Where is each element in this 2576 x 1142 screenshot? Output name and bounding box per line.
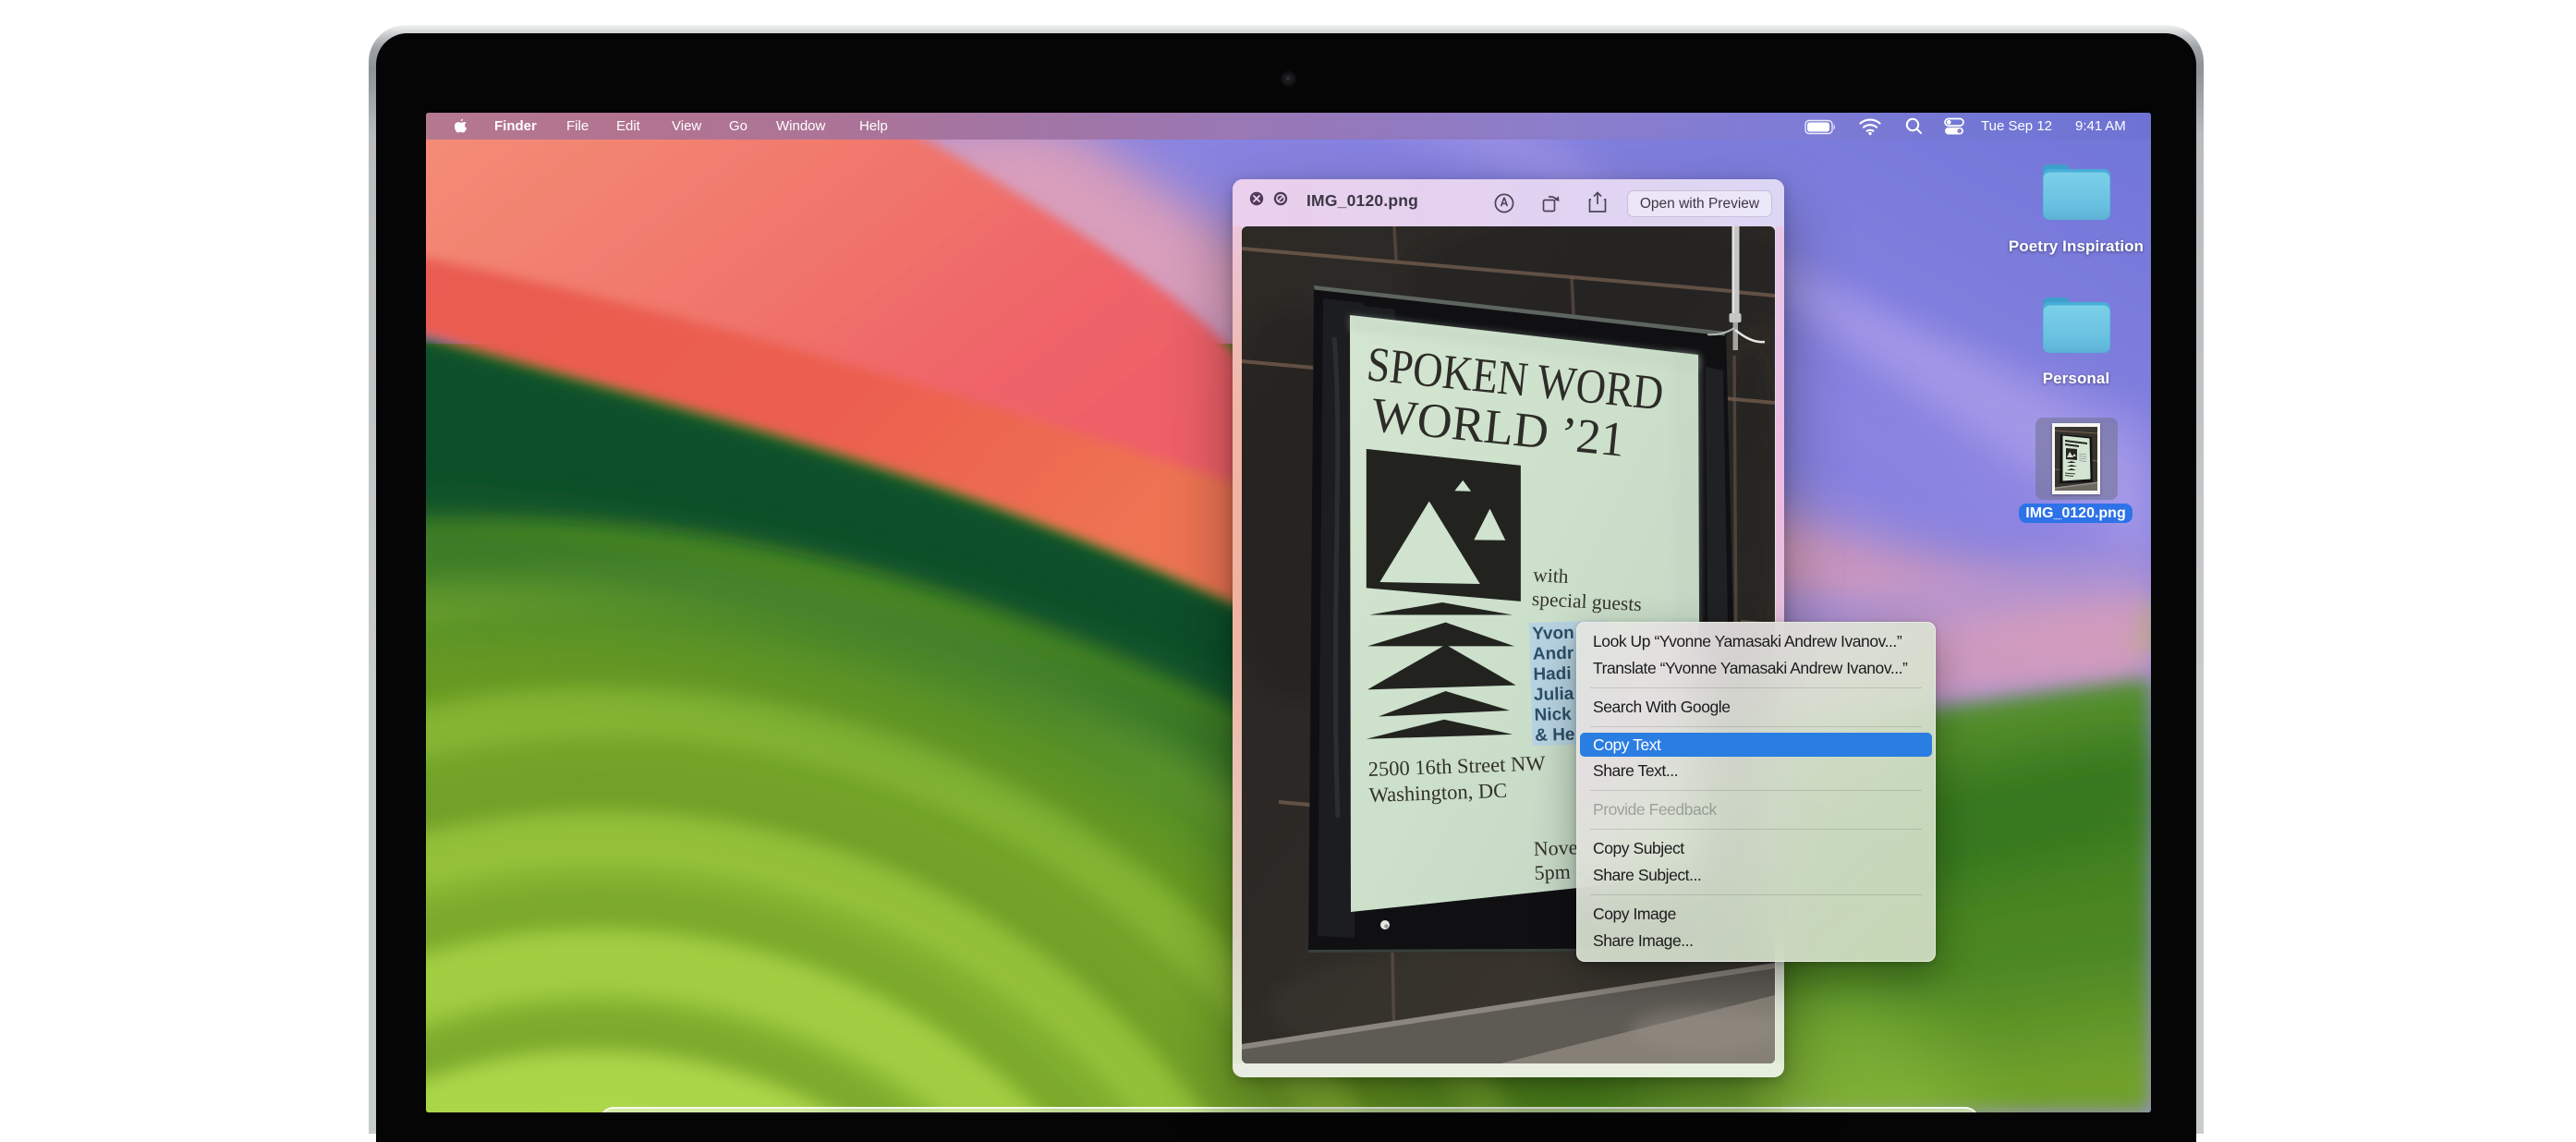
svg-text:Andr: Andr (1533, 644, 1574, 664)
svg-text:Julia: Julia (1534, 685, 1574, 705)
svg-text:& He: & He (1535, 725, 1575, 746)
svg-text:Yvon: Yvon (1532, 624, 1574, 644)
svg-text:with: with (1533, 564, 1570, 588)
svg-text:Washington, DC: Washington, DC (1368, 779, 1507, 807)
svg-text:Nove: Nove (1533, 835, 1577, 860)
svg-text:Nick: Nick (1534, 705, 1572, 725)
svg-text:Hadi: Hadi (1533, 664, 1572, 685)
